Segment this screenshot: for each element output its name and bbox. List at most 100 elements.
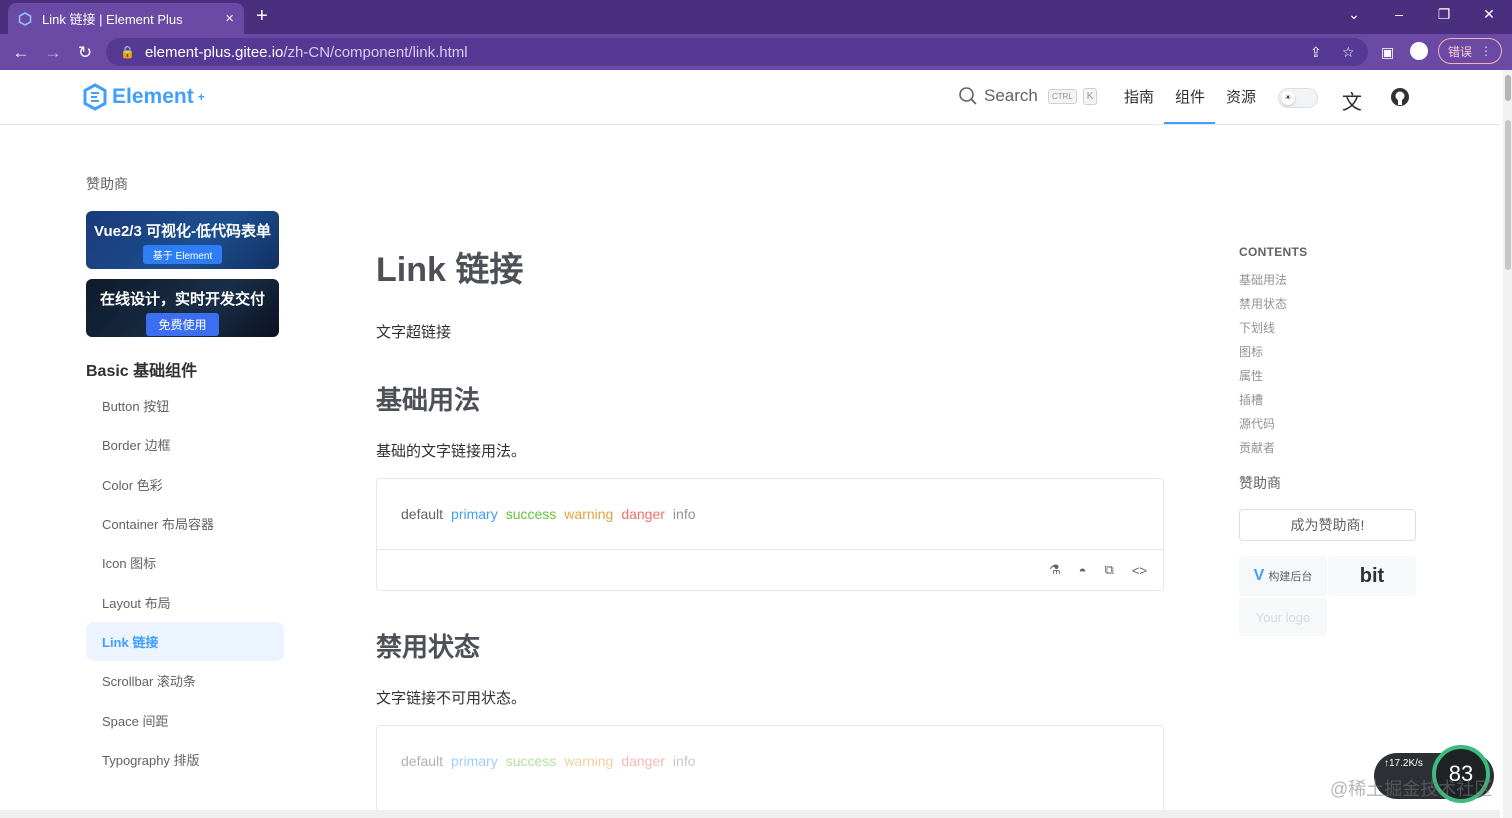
scrollbar-track-highlight xyxy=(1505,120,1511,270)
sidebar-item-layout[interactable]: Layout 布局 xyxy=(86,583,284,622)
sidebar-item-color[interactable]: Color 色彩 xyxy=(86,465,284,504)
forward-icon[interactable]: → xyxy=(43,43,63,63)
link-default[interactable]: default xyxy=(401,506,443,522)
toc-item[interactable]: 插槽 xyxy=(1239,391,1263,408)
scrollbar-thumb[interactable] xyxy=(1505,75,1511,101)
sidebar-item-button[interactable]: Button 按钮 xyxy=(86,386,284,425)
link-warning: warning xyxy=(564,753,614,769)
lock-icon: 🔒 xyxy=(120,45,135,59)
element-logo[interactable]: Element + xyxy=(82,83,205,111)
sponsor-banner-form[interactable]: Vue2/3 可视化-低代码表单 基于 Element xyxy=(86,211,279,269)
page-title: Link 链接 xyxy=(376,251,524,289)
page-lead: 文字超链接 xyxy=(376,324,452,341)
site-header: Element + Search CTRL K 指南 组件 资源 ☀ 文 xyxy=(0,70,1500,125)
toc-item[interactable]: 禁用状态 xyxy=(1239,295,1287,312)
copy-icon[interactable]: ⧉ xyxy=(1105,562,1114,578)
nav-component[interactable]: 组件 xyxy=(1175,86,1205,107)
sidebar-item-typography[interactable]: Typography 排版 xyxy=(86,740,284,779)
banner-subtitle: 免费使用 xyxy=(146,313,219,336)
sponsor-card-bit[interactable]: bit xyxy=(1328,556,1416,596)
back-icon[interactable]: ← xyxy=(11,43,31,63)
restore-icon[interactable]: ❐ xyxy=(1434,6,1454,23)
browser-tab[interactable]: Link 链接 | Element Plus × xyxy=(8,3,244,34)
tab-title: Link 链接 | Element Plus xyxy=(42,12,183,27)
demo-toolbar: ⚗ ◓ ⧉ <> xyxy=(377,549,1163,590)
demo-links-row: default primary success warning danger i… xyxy=(377,726,1163,796)
toc-item[interactable]: 源代码 xyxy=(1239,415,1275,432)
theme-toggle[interactable]: ☀ xyxy=(1278,88,1318,108)
sponsor-card-vue[interactable]: V 构建后台 xyxy=(1239,556,1327,596)
link-success: success xyxy=(505,753,557,769)
section-desc-disabled: 文字链接不可用状态。 xyxy=(376,690,527,707)
profile-avatar-icon[interactable] xyxy=(1410,42,1428,60)
github-icon[interactable]: ◓ xyxy=(1079,563,1087,578)
become-sponsor-button[interactable]: 成为赞助商! xyxy=(1239,509,1416,541)
banner-title: 在线设计，实时开发交付 xyxy=(99,291,265,308)
minimize-icon[interactable]: – xyxy=(1389,6,1409,22)
bookmark-star-icon[interactable]: ☆ xyxy=(1342,44,1355,61)
translate-icon[interactable]: 文 xyxy=(1342,86,1362,115)
logo-text: Element xyxy=(112,85,194,108)
toc-sponsor-label: 赞助商 xyxy=(1239,475,1281,491)
sidebar-item-icon[interactable]: Icon 图标 xyxy=(86,543,284,582)
window-close-icon[interactable]: ✕ xyxy=(1479,6,1499,23)
watermark: @稀土掘金技术社区 xyxy=(1330,779,1493,799)
sidebar-item-space[interactable]: Space 间距 xyxy=(86,701,284,740)
kbd-ctrl: CTRL xyxy=(1047,88,1077,104)
reload-icon[interactable]: ↻ xyxy=(75,43,95,63)
link-warning[interactable]: warning xyxy=(564,506,613,522)
net-speed: ↑17.2K/s xyxy=(1384,758,1423,769)
link-danger[interactable]: danger xyxy=(621,506,665,522)
github-icon[interactable] xyxy=(1390,87,1410,107)
tab-close-icon[interactable]: × xyxy=(225,10,234,27)
section-heading-basic: 基础用法 xyxy=(376,385,481,415)
side-panel-icon[interactable]: ▣ xyxy=(1381,44,1394,61)
sidebar-item-scrollbar[interactable]: Scrollbar 滚动条 xyxy=(86,661,284,700)
code-icon[interactable]: <> xyxy=(1132,563,1147,578)
sidebar-group-title: Basic 基础组件 xyxy=(86,363,198,380)
sidebar-item-link[interactable]: Link 链接 xyxy=(86,622,284,661)
element-favicon-icon xyxy=(18,11,32,26)
nav-resource[interactable]: 资源 xyxy=(1226,86,1256,107)
search-icon xyxy=(959,87,977,105)
browser-tabbar: Link 链接 | Element Plus × + ⌄ – ❐ ✕ xyxy=(0,0,1512,34)
sidebar-item-container[interactable]: Container 布局容器 xyxy=(86,504,284,543)
toc-item[interactable]: 属性 xyxy=(1239,367,1263,384)
address-bar-area: ← → ↻ 🔒 element-plus.gitee.io /zh-CN/com… xyxy=(0,34,1512,70)
section-heading-disabled: 禁用状态 xyxy=(376,632,481,662)
url-host: element-plus.gitee.io xyxy=(144,43,284,61)
sponsor-card-placeholder[interactable]: Your logo xyxy=(1239,598,1327,636)
sponsor-banner-design[interactable]: 在线设计，实时开发交付 免费使用 xyxy=(86,279,279,337)
link-default: default xyxy=(401,753,444,769)
toc-item[interactable]: 图标 xyxy=(1239,343,1263,360)
sidebar-sponsor-label: 赞助商 xyxy=(86,176,128,192)
link-success[interactable]: success xyxy=(506,506,557,522)
kbd-k: K xyxy=(1082,87,1098,105)
new-tab-icon[interactable]: + xyxy=(256,5,268,27)
sidebar-item-border[interactable]: Border 边框 xyxy=(86,425,284,464)
link-info[interactable]: info xyxy=(673,506,696,522)
share-icon[interactable]: ⇪ xyxy=(1310,44,1322,61)
error-button[interactable]: 错误 ⋮ xyxy=(1438,38,1502,64)
toc-item[interactable]: 下划线 xyxy=(1239,319,1275,336)
link-primary[interactable]: primary xyxy=(451,506,498,522)
bottom-strip xyxy=(0,810,1500,818)
link-danger: danger xyxy=(621,753,665,769)
nav-guide[interactable]: 指南 xyxy=(1124,86,1154,107)
logo-plus: + xyxy=(197,90,205,104)
demo-block-basic: default primary success warning danger i… xyxy=(376,478,1164,591)
sun-icon: ☀ xyxy=(1281,91,1295,105)
element-logo-icon xyxy=(83,83,107,111)
link-info: info xyxy=(672,753,696,769)
search-button[interactable]: Search CTRL K xyxy=(958,86,1098,106)
link-primary: primary xyxy=(451,753,498,769)
toc-item[interactable]: 基础用法 xyxy=(1239,271,1287,288)
toc-title: CONTENTS xyxy=(1239,245,1308,259)
playground-icon[interactable]: ⚗ xyxy=(1049,562,1061,578)
url-input[interactable]: 🔒 element-plus.gitee.io /zh-CN/component… xyxy=(106,38,1368,66)
banner-title: Vue2/3 可视化-低代码表单 xyxy=(94,223,271,240)
tab-search-icon[interactable]: ⌄ xyxy=(1344,6,1364,23)
toc-item[interactable]: 贡献者 xyxy=(1239,439,1275,456)
section-desc-basic: 基础的文字链接用法。 xyxy=(376,443,527,460)
menu-dots-icon: ⋮ xyxy=(1480,44,1492,58)
